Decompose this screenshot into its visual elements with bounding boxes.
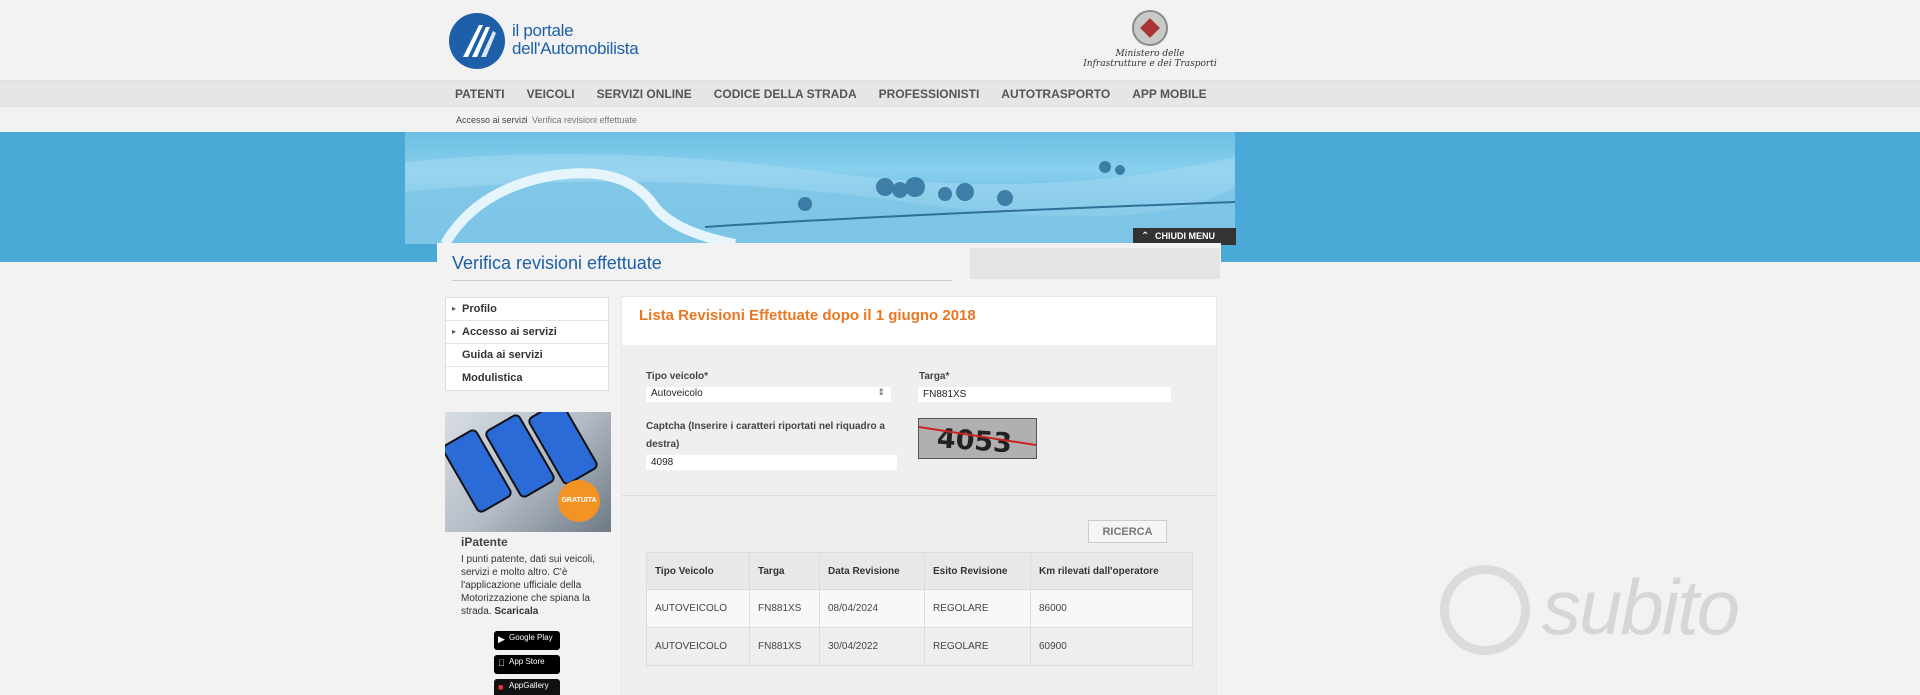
arrow-right-icon: ▸: [452, 327, 457, 336]
nav-item-autotrasporto[interactable]: AUTOTRASPORTO: [1001, 87, 1110, 101]
table-row: AUTOVEICOLO FN881XS 08/04/2024 REGOLARE …: [646, 589, 1193, 628]
captcha-input[interactable]: [646, 455, 897, 470]
targa-input[interactable]: [918, 387, 1171, 402]
nav-item-app-mobile[interactable]: APP MOBILE: [1132, 87, 1206, 101]
store-label: Google Play: [509, 633, 553, 642]
ipatente-promo-image[interactable]: GRATUITA: [445, 412, 611, 532]
promo-title: iPatente: [461, 535, 508, 549]
close-menu-label: CHIUDI MENU: [1155, 231, 1215, 241]
watermark-text: subito: [1542, 563, 1740, 651]
panel-header: Lista Revisioni Effettuate dopo il 1 giu…: [622, 297, 1216, 345]
captcha-label: Captcha (Inserire i caratteri riportati …: [646, 421, 885, 450]
main-nav: PATENTI VEICOLI SERVIZI ONLINE CODICE DE…: [0, 80, 1920, 107]
tipo-veicolo-label: Tipo veicolo*: [646, 371, 709, 382]
apple-icon: : [498, 658, 505, 668]
breadcrumb: Accesso ai servizi // Verifica revisioni…: [0, 108, 1920, 132]
select-updown-icon: ⇕: [877, 387, 885, 397]
logo-line-2: dell'Automobilista: [512, 39, 639, 58]
chevron-up-icon: ⌃: [1141, 231, 1150, 242]
nav-item-patenti[interactable]: PATENTI: [455, 87, 505, 101]
table-cell: REGOLARE: [924, 589, 1031, 628]
sidebar-item-label: Accesso ai servizi: [462, 326, 557, 338]
table-cell: FN881XS: [749, 589, 820, 628]
sidebar-item-guida-ai-servizi[interactable]: Guida ai servizi: [446, 344, 608, 367]
huawei-icon: ■: [498, 682, 504, 692]
column-header: Data Revisione: [819, 552, 925, 590]
promo-download-link[interactable]: Scaricala: [494, 606, 538, 617]
free-badge: GRATUITA: [558, 480, 600, 522]
landscape-banner-image: [405, 132, 1235, 244]
column-header: Esito Revisione: [924, 552, 1031, 590]
portal-logo-icon[interactable]: [449, 13, 505, 69]
ministry-logo[interactable]: Ministero delle Infrastrutture e dei Tra…: [1080, 10, 1220, 75]
ministry-line-1: Ministero delle: [1115, 49, 1185, 59]
sidebar-item-modulistica[interactable]: Modulistica: [446, 367, 608, 390]
targa-label: Targa*: [919, 371, 950, 382]
sidebar-item-label: Modulistica: [462, 372, 523, 384]
sidebar-item-profilo[interactable]: ▸ Profilo: [446, 298, 608, 321]
logo-line-1: il portale: [512, 21, 574, 40]
nav-item-professionisti[interactable]: PROFESSIONISTI: [879, 87, 980, 101]
table-cell: 30/04/2022: [819, 627, 925, 666]
app-gallery-badge[interactable]: ■ AppGallery: [494, 679, 560, 695]
table-cell: 08/04/2024: [819, 589, 925, 628]
arrow-right-icon: ▸: [452, 304, 457, 313]
table-cell: AUTOVEICOLO: [646, 589, 750, 628]
subito-logo-icon: [1440, 565, 1530, 655]
column-header: Tipo Veicolo: [646, 552, 750, 590]
italian-republic-emblem-icon: [1132, 10, 1168, 46]
table-row: AUTOVEICOLO FN881XS 30/04/2022 REGOLARE …: [646, 627, 1193, 666]
breadcrumb-link-accesso[interactable]: Accesso ai servizi: [456, 115, 528, 125]
column-header: Targa: [749, 552, 820, 590]
title-side-box: [970, 248, 1220, 279]
subito-watermark: subito: [1440, 560, 1830, 660]
table-cell: 86000: [1030, 589, 1193, 628]
play-store-icon: ▶: [498, 634, 505, 644]
form-divider: [622, 495, 1216, 496]
results-table: Tipo Veicolo Targa Data Revisione Esito …: [646, 552, 1193, 666]
table-cell: AUTOVEICOLO: [646, 627, 750, 666]
nav-item-veicoli[interactable]: VEICOLI: [527, 87, 575, 101]
page-title: Verifica revisioni effettuate: [452, 253, 662, 273]
portal-logo-text[interactable]: il portale dell'Automobilista: [512, 21, 639, 58]
store-label: AppGallery: [509, 681, 549, 690]
store-label: App Store: [509, 657, 545, 666]
table-header-row: Tipo Veicolo Targa Data Revisione Esito …: [646, 552, 1193, 590]
panel-title: Lista Revisioni Effettuate dopo il 1 giu…: [639, 307, 976, 324]
breadcrumb-separator: //: [522, 115, 528, 125]
sidebar-item-label: Profilo: [462, 303, 497, 315]
tipo-veicolo-select[interactable]: Autoveicolo ⇕: [646, 387, 891, 402]
table-cell: FN881XS: [749, 627, 820, 666]
captcha-image: 4053: [918, 418, 1037, 459]
promo-description: I punti patente, dati sui veicoli, servi…: [461, 553, 599, 618]
sidebar-item-accesso-ai-servizi[interactable]: ▸ Accesso ai servizi: [446, 321, 608, 344]
tipo-veicolo-value: Autoveicolo: [651, 388, 703, 399]
site-header: il portale dell'Automobilista Ministero …: [0, 0, 1920, 80]
breadcrumb-current: Verifica revisioni effettuate: [532, 115, 637, 125]
nav-item-codice-della-strada[interactable]: CODICE DELLA STRADA: [714, 87, 857, 101]
sidebar-menu: ▸ Profilo ▸ Accesso ai servizi Guida ai …: [445, 297, 609, 391]
table-cell: 60900: [1030, 627, 1193, 666]
table-cell: REGOLARE: [924, 627, 1031, 666]
search-button[interactable]: RICERCA: [1088, 520, 1167, 543]
ministry-line-2: Infrastrutture e dei Trasporti: [1083, 59, 1217, 69]
sidebar-item-label: Guida ai servizi: [462, 349, 543, 361]
google-play-badge[interactable]: ▶ Google Play: [494, 631, 560, 650]
nav-item-servizi-online[interactable]: SERVIZI ONLINE: [597, 87, 692, 101]
title-divider: [452, 280, 952, 281]
app-store-badge[interactable]:  App Store: [494, 655, 560, 674]
column-header: Km rilevati dall'operatore: [1030, 552, 1193, 590]
